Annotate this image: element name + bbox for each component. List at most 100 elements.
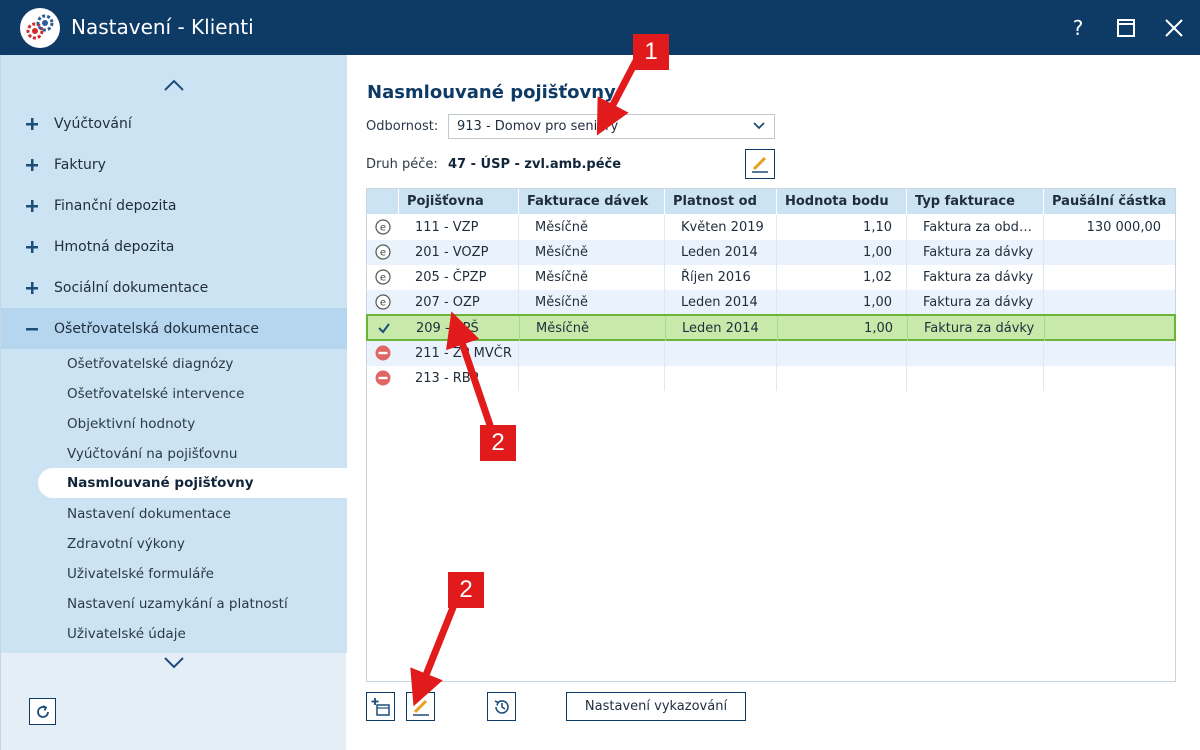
table-row[interactable]: e 205 - ČPZP Měsíčně Říjen 2016 1,02 Fak… <box>367 265 1175 290</box>
specialty-select-value: 913 - Domov pro seniory <box>457 119 619 134</box>
maximize-icon <box>1117 19 1135 37</box>
minus-icon <box>26 327 38 330</box>
sidebar-subitem-uzamykani[interactable]: Nastavení uzamykání a platností <box>1 589 347 619</box>
billing-cell <box>519 341 665 366</box>
insurer-cell: 205 - ČPZP <box>399 265 519 290</box>
billing-type-cell <box>907 366 1044 391</box>
sidebar-item-hmotna-depozita[interactable]: Hmotná depozita <box>1 226 347 267</box>
sidebar-subitem-uzivatelske-formulare[interactable]: Uživatelské formuláře <box>1 559 347 589</box>
point-value-cell <box>777 341 907 366</box>
table-row[interactable]: 211 - ZP MVČR <box>367 341 1175 366</box>
sidebar-subitem-nasmlouvane-pojistovny[interactable]: Nasmlouvané pojišťovny <box>38 468 347 498</box>
table-row[interactable]: e 201 - VOZP Měsíčně Leden 2014 1,00 Fak… <box>367 240 1175 265</box>
valid-from-cell <box>665 341 777 366</box>
sidebar: Vyúčtování Faktury Finanční depozita Hmo… <box>0 55 347 750</box>
sidebar-subitem-intervence[interactable]: Ošetřovatelské intervence <box>1 379 347 409</box>
sidebar-subitem-nastaveni-dokumentace[interactable]: Nastavení dokumentace <box>1 499 347 529</box>
care-label: Druh péče: <box>366 157 438 172</box>
flat-amount-cell <box>1044 366 1175 391</box>
sidebar-item-faktury[interactable]: Faktury <box>1 144 347 185</box>
chevron-up-icon <box>164 79 184 91</box>
plus-icon <box>26 199 38 212</box>
insurer-cell: 213 - RBP <box>399 366 519 391</box>
sidebar-subitem-zdravotni-vykony[interactable]: Zdravotní výkony <box>1 529 347 559</box>
billing-type-cell <box>907 341 1044 366</box>
sidebar-subitem-label: Nasmlouvané pojišťovny <box>67 475 254 491</box>
insurer-cell: 201 - VOZP <box>399 240 519 265</box>
sidebar-item-label: Hmotná depozita <box>54 238 175 255</box>
plus-icon <box>26 117 38 130</box>
add-button[interactable] <box>366 692 395 721</box>
specialty-label: Odbornost: <box>366 119 439 134</box>
edit-button[interactable] <box>406 692 435 721</box>
history-button[interactable] <box>487 692 516 721</box>
valid-from-cell: Říjen 2016 <box>665 265 777 290</box>
sidebar-item-label: Finanční depozita <box>54 197 177 214</box>
column-header-status <box>367 189 399 214</box>
sidebar-subitem-label: Ošetřovatelské intervence <box>67 386 245 402</box>
column-header[interactable]: Hodnota bodu <box>777 189 907 214</box>
point-value-cell: 1,10 <box>777 215 907 240</box>
specialty-select[interactable]: 913 - Domov pro seniory <box>448 114 775 139</box>
sidebar-item-label: Sociální dokumentace <box>54 279 209 296</box>
sidebar-item-label: Ošetřovatelská dokumentace <box>54 320 259 337</box>
table-header: Pojišťovna Fakturace dávek Platnost od H… <box>367 189 1175 214</box>
close-icon <box>1165 19 1183 37</box>
sidebar-subitem-objektivni-hodnoty[interactable]: Objektivní hodnoty <box>1 409 347 439</box>
column-header[interactable]: Pojišťovna <box>399 189 519 214</box>
insurer-cell: 209 - ZPŠ <box>400 316 520 341</box>
sidebar-subitem-diagnozy[interactable]: Ošetřovatelské diagnózy <box>1 349 347 379</box>
billing-cell <box>519 366 665 391</box>
sidebar-subitem-label: Nastavení dokumentace <box>67 506 231 522</box>
table-row-selected[interactable]: 209 - ZPŠ Měsíčně Leden 2014 1,00 Faktur… <box>366 314 1176 341</box>
table-row[interactable]: e 111 - VZP Měsíčně Květen 2019 1,10 Fak… <box>367 215 1175 240</box>
sidebar-subitem-uzivatelske-udaje[interactable]: Uživatelské údaje <box>1 619 347 649</box>
billing-type-cell: Faktura za dávky <box>907 265 1044 290</box>
check-icon <box>378 323 390 334</box>
point-value-cell: 1,00 <box>777 240 907 265</box>
column-header[interactable]: Fakturace dávek <box>519 189 665 214</box>
page-title: Nasmlouvané pojišťovny <box>367 82 616 103</box>
scroll-up-button[interactable] <box>161 75 187 95</box>
billing-cell: Měsíčně <box>519 215 665 240</box>
help-icon: ? <box>1072 16 1084 40</box>
sidebar-item-financni-depozita[interactable]: Finanční depozita <box>1 185 347 226</box>
billing-cell: Měsíčně <box>519 240 665 265</box>
valid-from-cell: Květen 2019 <box>665 215 777 240</box>
sidebar-item-osetrovatelska-dokumentace[interactable]: Ošetřovatelská dokumentace <box>1 308 347 349</box>
column-header[interactable]: Paušální částka <box>1044 189 1175 214</box>
valid-from-cell <box>665 366 777 391</box>
table-row[interactable]: e 207 - OZP Měsíčně Leden 2014 1,00 Fakt… <box>367 290 1175 315</box>
refresh-button[interactable] <box>29 698 56 725</box>
point-value-cell: 1,00 <box>778 316 908 341</box>
sidebar-subitem-vyuctovani-pojistovnu[interactable]: Vyúčtování na pojišťovnu <box>1 439 347 469</box>
sidebar-item-socialni-dokumentace[interactable]: Sociální dokumentace <box>1 267 347 308</box>
maximize-button[interactable] <box>1111 13 1141 43</box>
sidebar-subitem-label: Objektivní hodnoty <box>67 416 196 432</box>
sidebar-item-vyuctovani[interactable]: Vyúčtování <box>1 103 347 144</box>
flat-amount-cell <box>1045 316 1172 341</box>
refresh-icon <box>36 704 49 718</box>
scroll-down-button[interactable] <box>161 653 187 673</box>
insurer-cell: 207 - OZP <box>399 290 519 315</box>
sidebar-subitem-label: Uživatelské formuláře <box>67 566 214 582</box>
close-button[interactable] <box>1159 13 1189 43</box>
billing-cell: Měsíčně <box>520 316 666 341</box>
plus-icon <box>26 240 38 253</box>
e-icon: e <box>375 294 391 310</box>
history-icon <box>494 699 509 714</box>
help-button[interactable]: ? <box>1063 13 1093 43</box>
table-row[interactable]: 213 - RBP <box>367 366 1175 391</box>
chevron-down-icon <box>164 657 184 669</box>
add-calendar-icon <box>371 697 390 716</box>
column-header[interactable]: Platnost od <box>665 189 777 214</box>
billing-cell: Měsíčně <box>519 265 665 290</box>
plus-icon <box>26 158 38 171</box>
edit-care-button[interactable] <box>745 149 775 179</box>
column-header[interactable]: Typ fakturace <box>907 189 1044 214</box>
flat-amount-cell <box>1044 265 1175 290</box>
billing-type-cell: Faktura za dávky <box>907 290 1044 315</box>
sidebar-subitem-label: Uživatelské údaje <box>67 626 186 642</box>
report-settings-button[interactable]: Nastavení vykazování <box>566 692 746 721</box>
sidebar-menu-panel: Vyúčtování Faktury Finanční depozita Hmo… <box>1 55 347 653</box>
